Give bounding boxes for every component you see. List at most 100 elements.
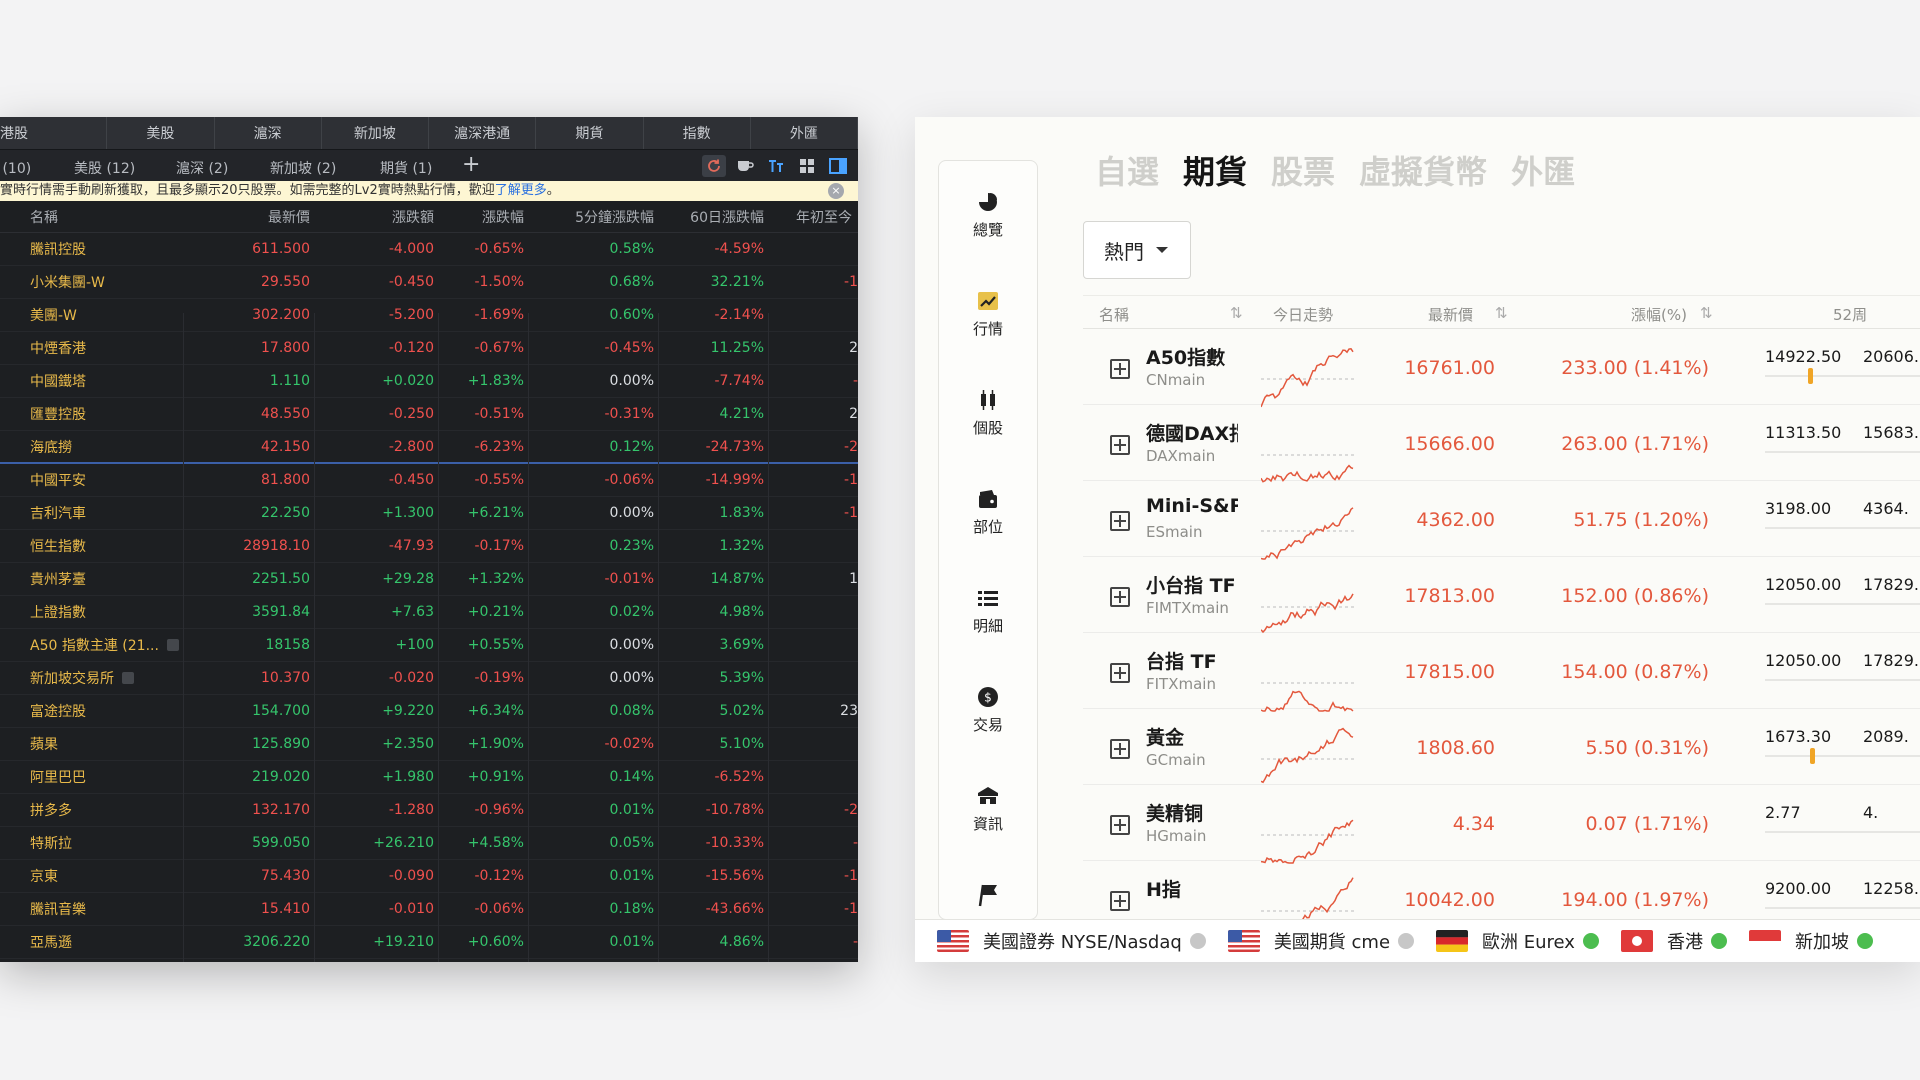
expand-icon[interactable] [1110,435,1130,455]
col-change[interactable]: 漲幅(%) [1631,304,1687,325]
market-status-item[interactable]: 美國證券 NYSE/Nasdaq [937,928,1206,954]
tab-cn[interactable]: 滬深 [215,117,322,149]
nav-events[interactable] [939,884,1037,912]
tab-watchlist[interactable]: 自選 [1095,147,1159,193]
col-price[interactable]: 最新價 [186,201,310,232]
stock-change: -5.200 [388,307,434,323]
tab-futures[interactable]: 期貨 [536,117,644,149]
sort-icon[interactable]: ⇅ [1230,304,1243,322]
market-status-item[interactable]: 新加坡 [1748,928,1873,954]
tab-us[interactable]: 美股 [107,117,215,149]
table-row[interactable]: 拼多多 132.170 -1.280 -0.96% 0.01% -10.78% … [0,794,858,827]
nav-details[interactable]: 明細 [939,587,1037,636]
tab-sg[interactable]: 新加坡 [322,117,429,149]
stock-price: 17.800 [261,340,310,356]
nav-overview[interactable]: 總覽 [939,191,1037,240]
table-row[interactable]: 亞馬遜 3206.220 +19.210 +0.60% 0.01% 4.86% … [0,926,858,959]
table-row[interactable]: 恒生指數 28918.10 -47.93 -0.17% 0.23% 1.32% [0,530,858,563]
futures-row[interactable]: 小台指 TF FIMTXmain 17813.00 152.00 (0.86%)… [1083,557,1920,634]
futures-row[interactable]: Mini-S&P ESmain 4362.00 51.75 (1.20%) 31… [1083,481,1920,560]
group-tab-us[interactable]: 美股 (12) [74,158,135,178]
expand-icon[interactable] [1110,739,1130,759]
add-group-icon[interactable]: + [462,152,480,177]
col-name[interactable]: 名稱 [1099,304,1129,325]
tab-crypto[interactable]: 虛擬貨幣 [1359,147,1487,193]
expand-icon[interactable] [1110,587,1130,607]
expand-icon[interactable] [1110,511,1130,531]
group-tab-sg[interactable]: 新加坡 (2) [270,158,336,178]
nav-news[interactable]: 資訊 [939,785,1037,834]
sparkline-chart [1261,507,1355,560]
market-status-item[interactable]: 美國期貨 cme [1227,928,1415,954]
table-row[interactable]: 小米集團-W 29.550 -0.450 -1.50% 0.68% 32.21%… [0,266,858,299]
filter-dropdown[interactable]: 熱門 [1083,221,1191,279]
expand-icon[interactable] [1110,359,1130,379]
tab-stocks[interactable]: 股票 [1271,147,1335,193]
sort-icon[interactable]: ⇅ [1495,304,1508,322]
tab-futures[interactable]: 期貨 [1183,147,1247,193]
table-row[interactable]: 富途控股 154.700 +9.220 +6.34% 0.08% 5.02% 2… [0,695,858,728]
col-5min[interactable]: 5分鐘漲跌幅 [532,201,654,232]
table-row[interactable]: A50 指數主連 (21... 18158 +100 +0.55% 0.00% … [0,629,858,662]
stock-change-pct: -0.17% [474,538,524,554]
close-icon[interactable]: × [828,183,844,199]
market-status-item[interactable]: 歐洲 Eurex [1436,928,1599,954]
futures-row[interactable]: 台指 TF FITXmain 17815.00 154.00 (0.87%) 1… [1083,633,1920,712]
nav-trade[interactable]: $ 交易 [939,686,1037,735]
nav-quotes[interactable]: 行情 [939,290,1037,339]
table-row[interactable]: 新加坡交易所 10.370 -0.020 -0.19% 0.00% 5.39% [0,662,858,695]
col-name[interactable]: 名稱 [30,201,180,232]
futures-row[interactable]: 黃金 GCmain 1808.60 5.50 (0.31%) 1673.30 2… [1083,709,1920,785]
table-row[interactable]: 中煙香港 17.800 -0.120 -0.67% -0.45% 11.25% … [0,332,858,365]
stock-change-pct: +0.60% [467,934,524,950]
stock-change: +7.63 [391,604,434,620]
expand-icon[interactable] [1110,663,1130,683]
nav-positions[interactable]: 部位 [939,488,1037,537]
nav-stocks[interactable]: 個股 [939,389,1037,438]
tab-hk[interactable]: 港股 [0,117,108,149]
table-row[interactable]: 騰訊控股 611.500 -4.000 -0.65% 0.58% -4.59% [0,233,858,266]
col-ytd[interactable]: 年初至今 [772,201,858,232]
table-row[interactable]: 中國鐵塔 1.110 +0.020 +1.83% 0.00% -7.74% - [0,365,858,398]
col-change[interactable]: 漲跌額 [318,201,434,232]
range-marker [1808,368,1813,384]
table-row[interactable]: 蘋果 125.890 +2.350 +1.90% -0.02% 5.10% [0,728,858,761]
col-change-pct[interactable]: 漲跌幅 [442,201,524,232]
expand-icon[interactable] [1110,815,1130,835]
table-row[interactable]: 阿里巴巴 219.020 +1.980 +0.91% 0.14% -6.52% [0,761,858,794]
table-row[interactable]: 吉利汽車 22.250 +1.300 +6.21% 0.00% 1.83% -1 [0,497,858,530]
col-60d[interactable]: 60日漲跌幅 [662,201,764,232]
grid-view-icon[interactable] [795,155,819,177]
table-row[interactable]: 騰訊音樂 15.410 -0.010 -0.06% 0.18% -43.66% … [0,893,858,926]
font-size-icon[interactable] [764,155,788,177]
table-row[interactable]: 京東 75.430 -0.090 -0.12% 0.01% -15.56% -1 [0,860,858,893]
table-row[interactable]: 上證指數 3591.84 +7.63 +0.21% 0.02% 4.98% [0,596,858,629]
tab-forex[interactable]: 外匯 [1511,147,1575,193]
stock-ytd: -1 [844,901,858,917]
group-tab-futures[interactable]: 期貨 (1) [380,158,432,178]
table-row[interactable]: 匯豐控股 48.550 -0.250 -0.51% -0.31% 4.21% 2 [0,398,858,431]
futures-row[interactable]: 美精铜 HGmain 4.34 0.07 (1.71%) 2.77 4. [1083,785,1920,864]
table-row[interactable]: 特斯拉 599.050 +26.210 +4.58% 0.05% -10.33%… [0,827,858,860]
table-row[interactable]: 貴州茅臺 2251.50 +29.28 +1.32% -0.01% 14.87%… [0,563,858,596]
group-tab-hk[interactable]: 股 (10) [0,158,31,178]
expand-icon[interactable] [1110,891,1130,911]
cup-icon[interactable] [733,155,757,177]
table-row[interactable]: 中國平安 81.800 -0.450 -0.55% -0.06% -14.99%… [0,464,858,497]
panel-toggle-icon[interactable] [826,155,850,177]
market-status-item[interactable]: 香港 [1620,928,1727,954]
tab-connect[interactable]: 滬深港通 [429,117,537,149]
table-row[interactable]: 海底撈 42.150 -2.800 -6.23% 0.12% -24.73% -… [0,431,858,464]
tab-fx[interactable]: 外匯 [751,117,858,149]
stock-5min: 0.01% [609,934,654,950]
stock-change: +9.220 [382,703,434,719]
futures-row[interactable]: 德國DAX指 DAXmain 15666.00 263.00 (1.71%) 1… [1083,405,1920,483]
refresh-icon[interactable] [702,155,726,177]
col-price[interactable]: 最新價 [1428,304,1473,325]
tab-index[interactable]: 指數 [644,117,751,149]
sort-icon[interactable]: ⇅ [1700,304,1713,322]
learn-more-link[interactable]: 了解更多 [495,183,547,198]
group-tab-cn[interactable]: 滬深 (2) [176,158,228,178]
table-row[interactable]: 美團-W 302.200 -5.200 -1.69% 0.60% -2.14% [0,299,858,332]
futures-row[interactable]: A50指數 CNmain 16761.00 233.00 (1.41%) 149… [1083,329,1920,408]
